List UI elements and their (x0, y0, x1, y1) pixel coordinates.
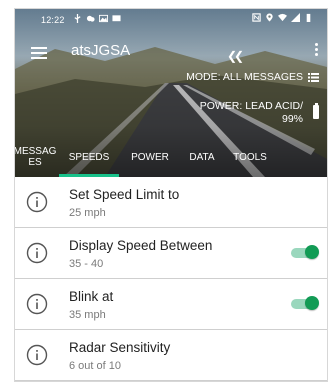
setting-title: Radar Sensitivity (69, 340, 171, 355)
settings-list: Set Speed Limit to 25 mph Display Speed … (15, 177, 327, 381)
blink-at-toggle[interactable] (291, 296, 319, 310)
status-time: 12:22 (41, 15, 65, 25)
wifi-icon (278, 13, 287, 22)
info-icon[interactable] (26, 344, 48, 366)
app-title: atsJGSA (71, 42, 131, 59)
tab-messages-label: MESSAG ES (15, 146, 57, 168)
tab-data[interactable]: DATA (181, 137, 223, 177)
setting-title: Display Speed Between (69, 238, 213, 253)
usb-icon (74, 14, 81, 23)
info-icon[interactable] (26, 293, 48, 315)
info-icon[interactable] (26, 242, 48, 264)
tab-tools[interactable]: TOOLS (225, 137, 275, 177)
status-icons-left (73, 14, 121, 23)
tab-bar: MESSAG ES SPEEDS POWER DATA TOOLS (15, 137, 327, 177)
power-type: POWER: LEAD ACID/ (199, 100, 303, 112)
setting-value: 35 mph (69, 309, 106, 321)
setting-title: Set Speed Limit to (69, 187, 180, 202)
cloud-icon (86, 15, 95, 22)
setting-blink-at[interactable]: Blink at 35 mph (15, 279, 327, 330)
app-screen: 12:22 atsJGSA ❮❮ MODE: ALL MESSAGES POWE… (14, 8, 328, 382)
display-speed-toggle[interactable] (291, 245, 319, 259)
tab-tools-label: TOOLS (233, 151, 267, 163)
image-icon (99, 14, 108, 23)
setting-title: Blink at (69, 289, 114, 304)
tab-speeds-label: SPEEDS (68, 151, 110, 163)
power-status: POWER: LEAD ACID/ 99% (200, 100, 303, 126)
signal-icon (291, 13, 300, 22)
tab-power[interactable]: POWER (125, 137, 175, 177)
message-icon (112, 15, 121, 22)
back-arrows-icon[interactable]: ❮❮ (227, 49, 244, 63)
setting-speed-limit[interactable]: Set Speed Limit to 25 mph (15, 177, 327, 228)
menu-icon[interactable] (31, 47, 47, 59)
header-banner: 12:22 atsJGSA ❮❮ MODE: ALL MESSAGES POWE… (15, 9, 327, 177)
info-icon[interactable] (26, 191, 48, 213)
battery-icon (313, 103, 319, 119)
setting-value: 6 out of 10 (69, 360, 121, 372)
tab-messages[interactable]: MESSAG ES (15, 137, 57, 177)
setting-value: 35 - 40 (69, 258, 104, 270)
location-icon (266, 13, 273, 22)
setting-radar-sensitivity[interactable]: Radar Sensitivity 6 out of 10 (15, 330, 327, 381)
power-percent: 99% (281, 113, 303, 125)
status-icons-right (252, 13, 313, 22)
tab-speeds[interactable]: SPEEDS (59, 137, 119, 177)
nfc-icon (252, 13, 261, 22)
battery-status-icon (306, 13, 311, 22)
more-vert-icon[interactable] (315, 43, 319, 58)
tab-power-label: POWER (131, 151, 169, 163)
setting-display-speed[interactable]: Display Speed Between 35 - 40 (15, 228, 327, 279)
mode-label: MODE: ALL MESSAGES (186, 71, 303, 83)
mode-selector[interactable]: MODE: ALL MESSAGES (186, 71, 319, 83)
setting-value: 25 mph (69, 207, 106, 219)
list-icon (308, 72, 319, 82)
status-bar: 12:22 (15, 9, 327, 31)
tab-data-label: DATA (189, 151, 215, 163)
